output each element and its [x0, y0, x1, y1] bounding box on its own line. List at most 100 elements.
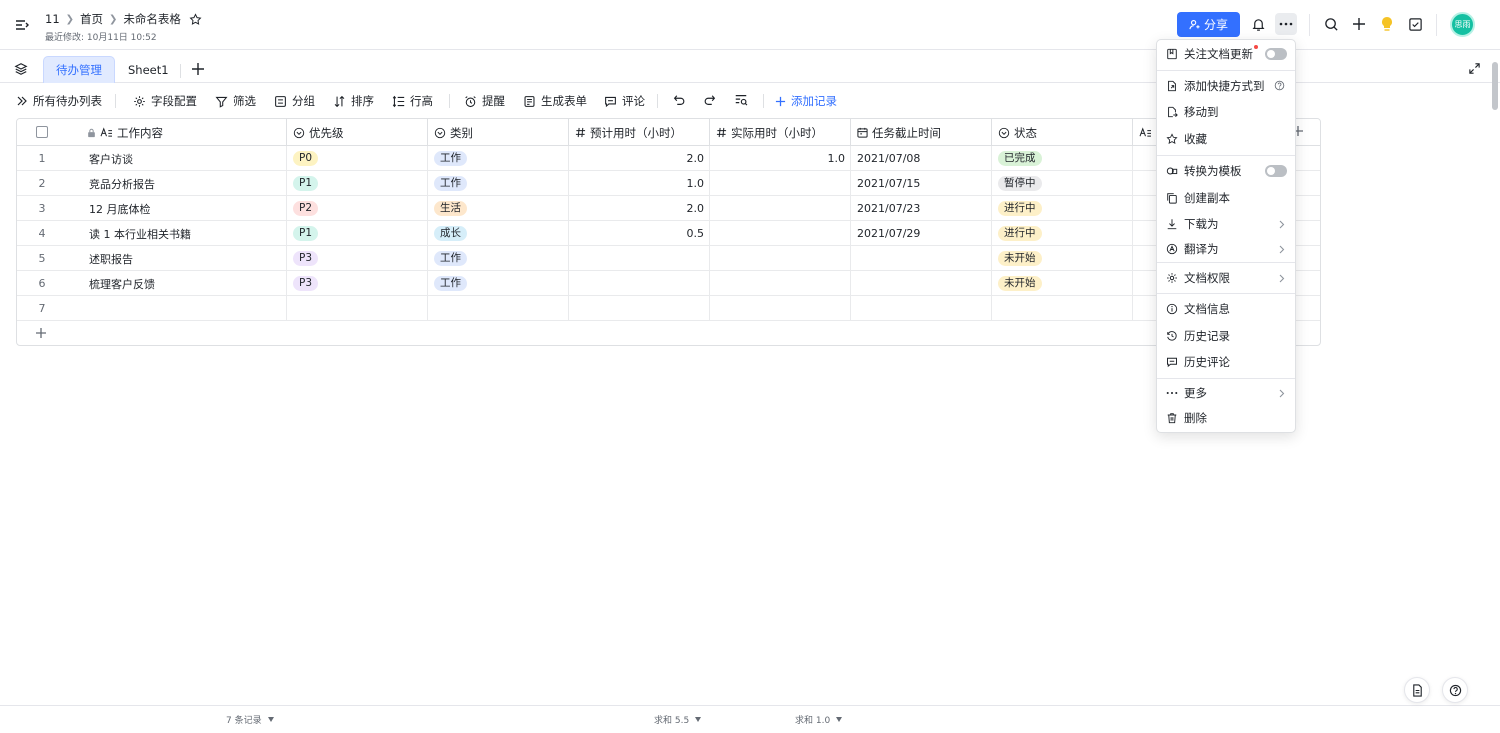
field-config-button[interactable]: 字段配置: [133, 93, 197, 109]
cell-estimated-hours[interactable]: 2.0: [569, 196, 710, 221]
menu-item-add-shortcut[interactable]: 添加快捷方式到: [1157, 75, 1295, 97]
filter-button[interactable]: 筛选: [215, 93, 256, 109]
plus-icon[interactable]: [1350, 15, 1368, 33]
tab-sheet1[interactable]: Sheet1: [116, 56, 181, 83]
cell-status[interactable]: 暂停中: [992, 171, 1133, 196]
menu-item-move-to[interactable]: 移动到: [1157, 101, 1295, 123]
cell-due-date[interactable]: [851, 271, 992, 296]
menu-item-permissions[interactable]: 文档权限: [1157, 267, 1295, 289]
cell-status[interactable]: 未开始: [992, 246, 1133, 271]
cell-priority[interactable]: P3: [287, 246, 428, 271]
find-replace-button[interactable]: [734, 93, 753, 107]
menu-item-doc-info[interactable]: 文档信息: [1157, 298, 1295, 320]
column-header-actual-hours[interactable]: 实际用时（小时）: [710, 119, 851, 146]
cell-actual-hours[interactable]: [710, 271, 851, 296]
cell-category[interactable]: 工作: [428, 146, 569, 171]
more-icon[interactable]: [1275, 13, 1297, 35]
cell-estimated-hours[interactable]: 2.0: [569, 146, 710, 171]
table-row[interactable]: 7: [17, 296, 1320, 321]
share-button[interactable]: 分享: [1177, 12, 1240, 37]
cell-priority[interactable]: P1: [287, 171, 428, 196]
cell-priority[interactable]: P1: [287, 221, 428, 246]
generate-form-button[interactable]: 生成表单: [523, 93, 587, 109]
cell-estimated-hours[interactable]: 0.5: [569, 221, 710, 246]
bell-icon[interactable]: [1249, 15, 1267, 33]
table-row[interactable]: 3 12 月底体检 P2 生活 2.0 2021/07/23 进行中: [17, 196, 1320, 221]
sort-button[interactable]: 排序: [333, 93, 374, 109]
table-row[interactable]: 6 梳理客户反馈 P3 工作 未开始: [17, 271, 1320, 296]
table-row[interactable]: 2 竞品分析报告 P1 工作 1.0 2021/07/15 暂停中: [17, 171, 1320, 196]
layers-icon[interactable]: [14, 62, 28, 76]
cell-task[interactable]: 12 月底体检: [67, 196, 287, 221]
cell-category[interactable]: 成长: [428, 221, 569, 246]
column-header-task[interactable]: 工作内容: [67, 119, 287, 146]
menu-item-convert-template[interactable]: 转换为模板: [1157, 160, 1295, 182]
cell-task[interactable]: 梳理客户反馈: [67, 271, 287, 296]
column-header-category[interactable]: 类别: [428, 119, 569, 146]
search-icon[interactable]: [1322, 15, 1340, 33]
cell-priority[interactable]: P2: [287, 196, 428, 221]
help-icon[interactable]: [1442, 677, 1468, 703]
cell-task[interactable]: 客户访谈: [67, 146, 287, 171]
cell-estimated-hours[interactable]: [569, 246, 710, 271]
cell-due-date[interactable]: 2021/07/08: [851, 146, 992, 171]
cell-due-date[interactable]: [851, 296, 992, 321]
menu-item-favorite[interactable]: 收藏: [1157, 128, 1295, 150]
template-toggle[interactable]: [1265, 165, 1287, 177]
vertical-scrollbar[interactable]: [1492, 62, 1498, 110]
menu-item-delete[interactable]: 删除: [1157, 407, 1295, 429]
cell-priority[interactable]: P3: [287, 271, 428, 296]
tab-todo[interactable]: 待办管理: [43, 56, 115, 83]
cell-actual-hours[interactable]: [710, 246, 851, 271]
breadcrumb-item-root[interactable]: 11: [45, 12, 60, 26]
lightbulb-icon[interactable]: [1378, 15, 1396, 33]
cell-actual-hours[interactable]: [710, 296, 851, 321]
task-checkbox-icon[interactable]: [1406, 15, 1424, 33]
cell-due-date[interactable]: 2021/07/15: [851, 171, 992, 196]
cell-estimated-hours[interactable]: [569, 271, 710, 296]
menu-item-duplicate[interactable]: 创建副本: [1157, 187, 1295, 209]
cell-task[interactable]: 竞品分析报告: [67, 171, 287, 196]
cell-due-date[interactable]: 2021/07/23: [851, 196, 992, 221]
comment-button[interactable]: 评论: [604, 93, 645, 109]
column-header-status[interactable]: 状态: [992, 119, 1133, 146]
cell-category[interactable]: [428, 296, 569, 321]
add-sheet-icon[interactable]: [191, 62, 205, 76]
follow-toggle[interactable]: [1265, 48, 1287, 60]
cell-due-date[interactable]: [851, 246, 992, 271]
help-icon[interactable]: [1274, 80, 1285, 91]
cell-category[interactable]: 生活: [428, 196, 569, 221]
select-all-checkbox[interactable]: [36, 126, 48, 138]
view-switcher[interactable]: 所有待办列表: [16, 93, 102, 109]
column-header-due-date[interactable]: 任务截止时间: [851, 119, 992, 146]
menu-item-more[interactable]: 更多: [1157, 382, 1295, 404]
remind-button[interactable]: 提醒: [464, 93, 505, 109]
document-icon[interactable]: [1404, 677, 1430, 703]
cell-status[interactable]: 已完成: [992, 146, 1133, 171]
menu-item-history-comments[interactable]: 历史评论: [1157, 351, 1295, 373]
cell-task[interactable]: [67, 296, 287, 321]
breadcrumb-item-home[interactable]: 首页: [80, 11, 103, 27]
group-button[interactable]: 分组: [274, 93, 315, 109]
cell-category[interactable]: 工作: [428, 271, 569, 296]
cell-actual-hours[interactable]: [710, 196, 851, 221]
cell-priority[interactable]: P0: [287, 146, 428, 171]
cell-status[interactable]: 进行中: [992, 221, 1133, 246]
record-count[interactable]: 7 条记录: [226, 713, 274, 726]
cell-status[interactable]: [992, 296, 1133, 321]
cell-category[interactable]: 工作: [428, 171, 569, 196]
row-height-button[interactable]: 行高: [392, 93, 433, 109]
menu-item-download-as[interactable]: 下载为: [1157, 213, 1295, 235]
cell-actual-hours[interactable]: 1.0: [710, 146, 851, 171]
cell-actual-hours[interactable]: [710, 221, 851, 246]
menu-item-follow-updates[interactable]: 关注文档更新: [1157, 43, 1295, 65]
cell-task[interactable]: 述职报告: [67, 246, 287, 271]
cell-task[interactable]: 读 1 本行业相关书籍: [67, 221, 287, 246]
cell-actual-hours[interactable]: [710, 171, 851, 196]
sidebar-toggle-icon[interactable]: [14, 17, 30, 33]
menu-item-translate-to[interactable]: 翻译为: [1157, 238, 1295, 260]
table-row[interactable]: 4 读 1 本行业相关书籍 P1 成长 0.5 2021/07/29 进行中: [17, 221, 1320, 246]
expand-icon[interactable]: [1468, 62, 1481, 75]
doc-title[interactable]: 未命名表格: [123, 11, 181, 27]
avatar[interactable]: 思雨: [1450, 12, 1475, 37]
